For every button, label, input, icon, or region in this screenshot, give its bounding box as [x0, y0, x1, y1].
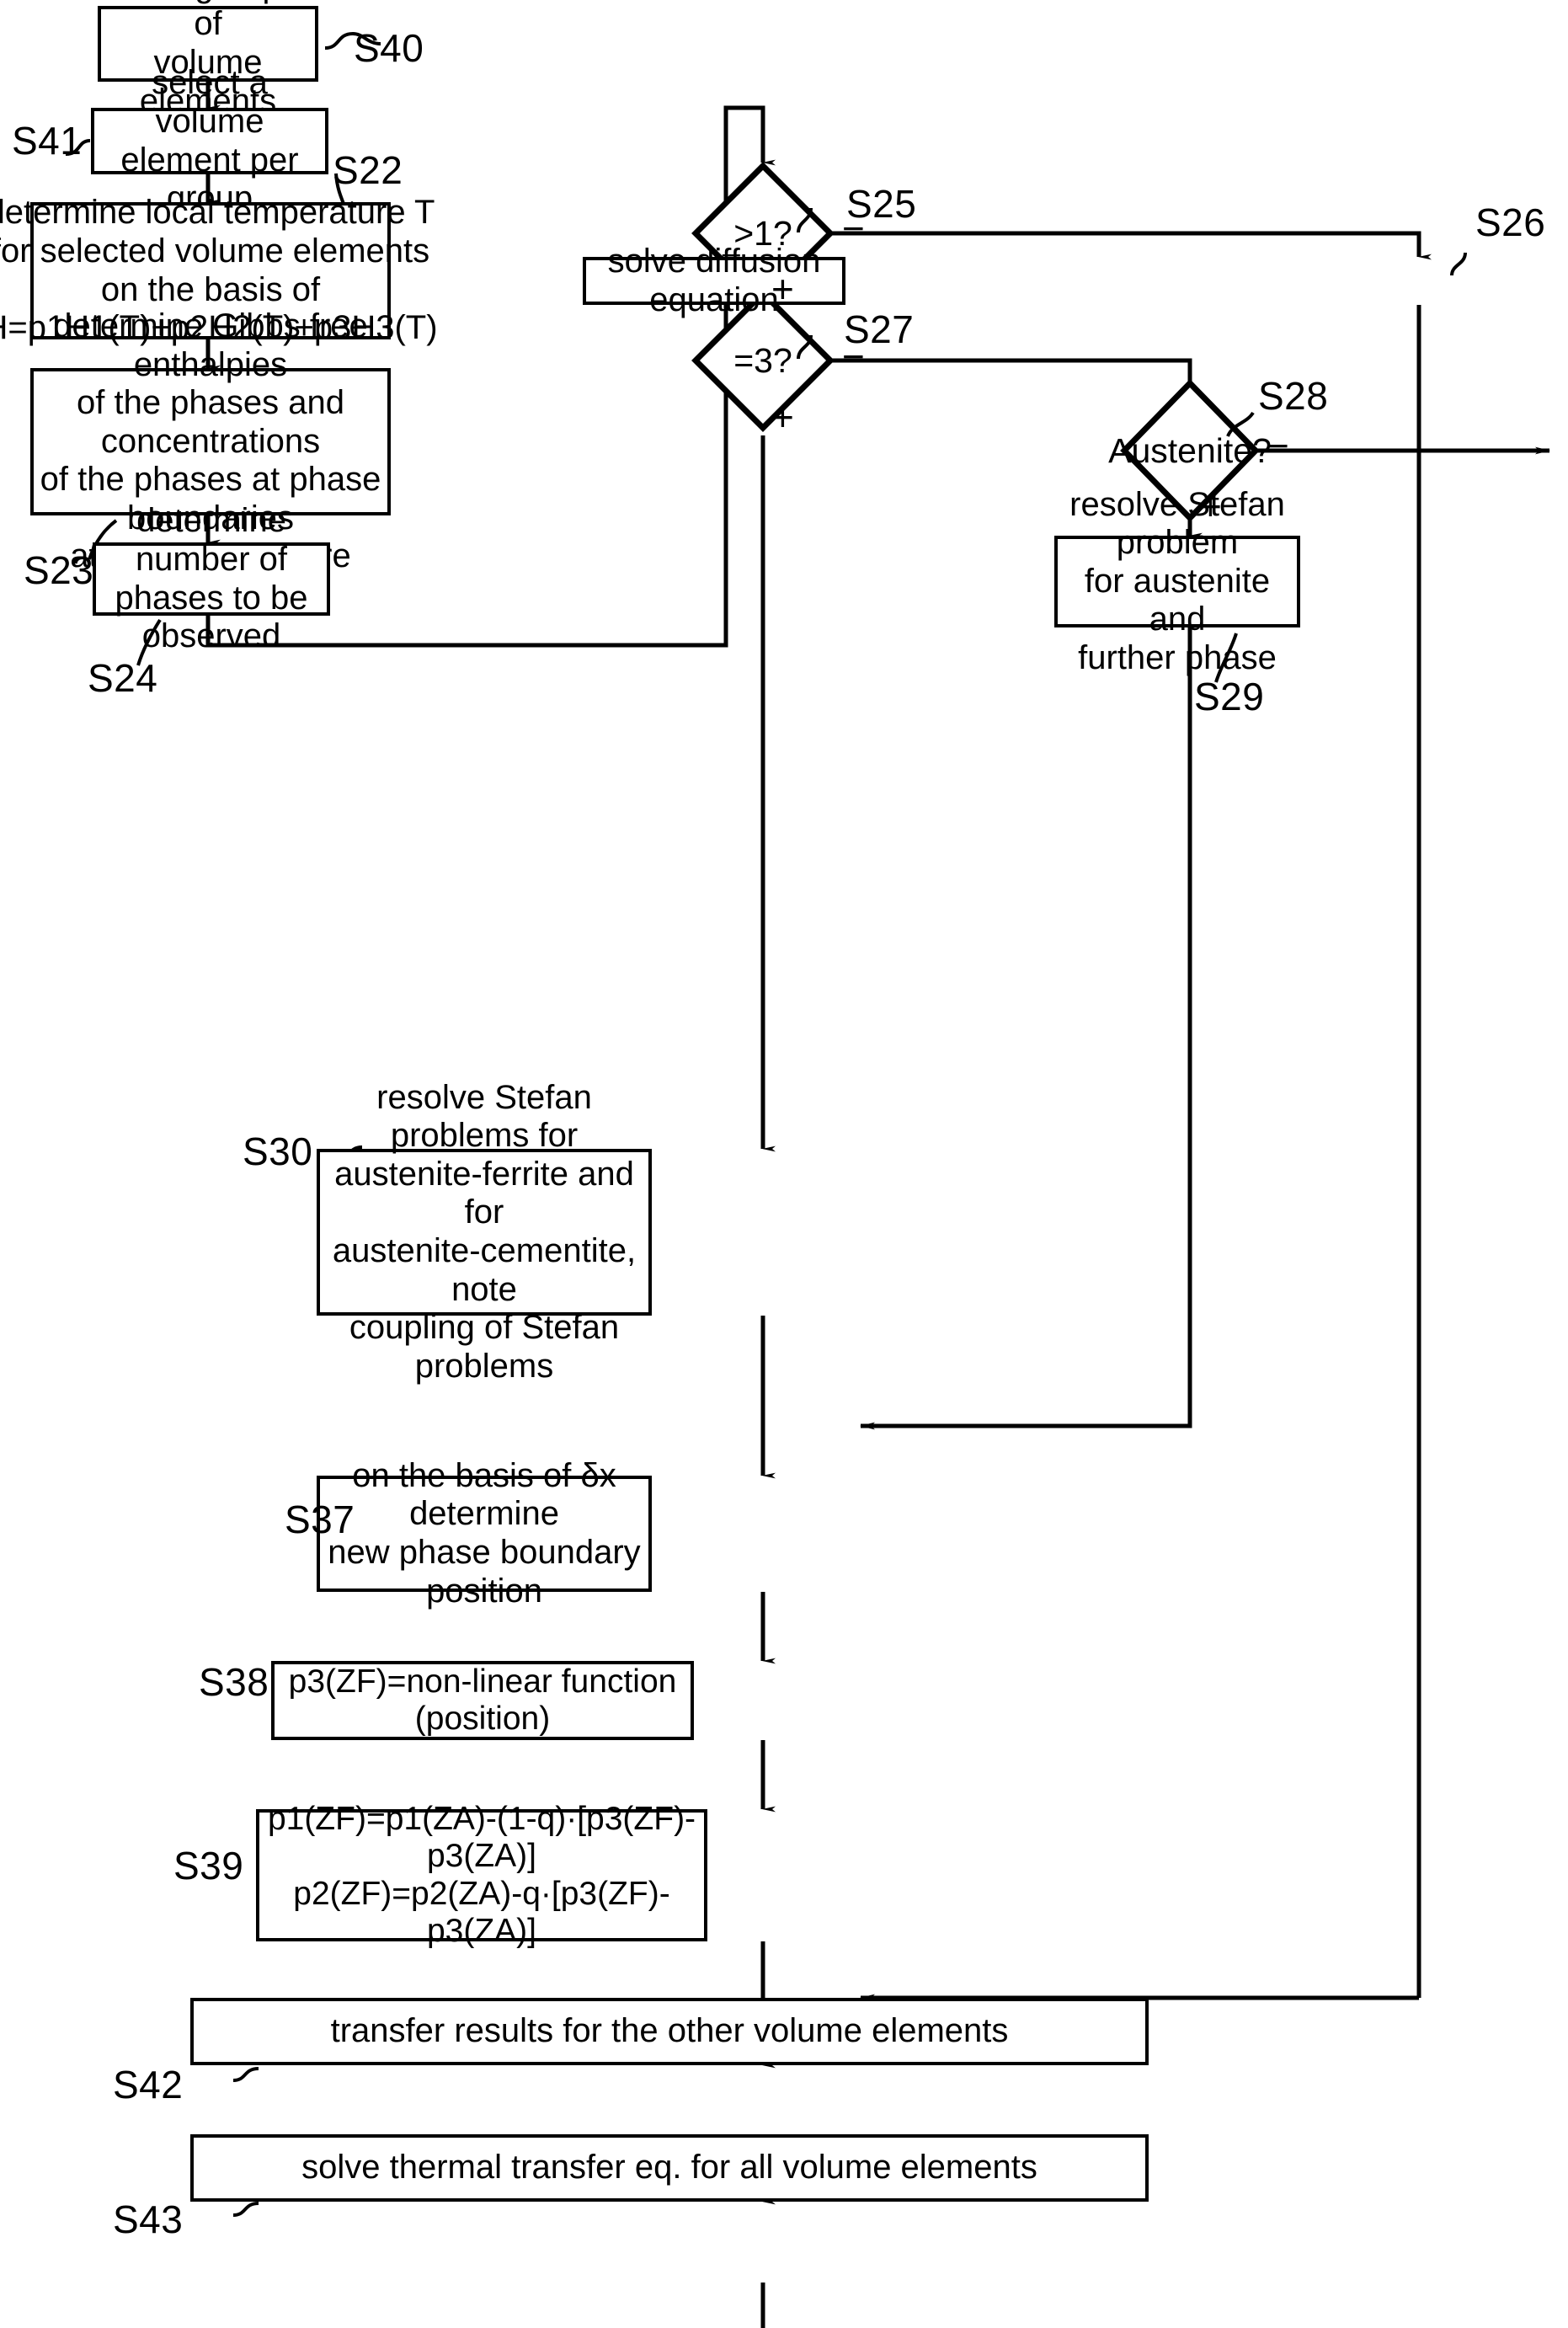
- step-tag-s29: S29: [1194, 675, 1265, 718]
- step-tag-s23: S23: [24, 548, 94, 592]
- step-tag-s43: S43: [113, 2197, 184, 2241]
- step-tag-s40: S40: [354, 26, 424, 70]
- leader-s42: [232, 2067, 259, 2082]
- leader-s43: [232, 2202, 259, 2217]
- branch-sign-s25-plus: +: [771, 267, 794, 311]
- step-tag-s41: S41: [12, 119, 83, 163]
- node-s27-label: =3?: [733, 340, 792, 380]
- step-tag-s39: S39: [173, 1844, 244, 1887]
- step-tag-s37: S37: [285, 1498, 355, 1541]
- step-tag-s38: S38: [199, 1660, 269, 1704]
- node-s43-label: solve thermal transfer eq. for all volum…: [301, 2149, 1037, 2187]
- node-s24-label: determine number of phases to be observe…: [115, 502, 308, 655]
- node-s39[interactable]: p1(ZF)=p1(ZA)-(1-q)·[p3(ZF)-p3(ZA)] p2(Z…: [256, 1801, 707, 1949]
- branch-sign-s27-plus: +: [771, 395, 794, 439]
- node-s27[interactable]: =3?: [696, 293, 830, 428]
- step-tag-s24: S24: [88, 656, 158, 700]
- branch-sign-s28-plus: +: [1199, 484, 1222, 528]
- edge-s29-s37line: [860, 627, 1192, 1430]
- node-s30[interactable]: resolve Stefan problems for austenite-fe…: [317, 1079, 652, 1385]
- node-s38[interactable]: p3(ZF)=non-linear function (position): [271, 1661, 694, 1740]
- node-s37-label: on the basis of δx determine new phase b…: [328, 1456, 641, 1610]
- node-s24[interactable]: determine number of phases to be observe…: [93, 502, 330, 654]
- node-s30-label: resolve Stefan problems for austenite-fe…: [332, 1078, 637, 1385]
- node-s25-label: >1?: [733, 213, 792, 253]
- step-tag-s22: S22: [333, 148, 403, 192]
- step-tag-s26: S26: [1475, 200, 1546, 244]
- leader-s26: [1450, 252, 1467, 276]
- node-s23[interactable]: determine Gibbs free enthalpies of the p…: [30, 307, 391, 574]
- node-s29[interactable]: resolve Stefan problem for austenite and…: [1054, 486, 1300, 676]
- step-tag-s42: S42: [113, 2063, 184, 2106]
- node-s39-label: p1(ZF)=p1(ZA)-(1-q)·[p3(ZF)-p3(ZA)] p2(Z…: [267, 1800, 696, 1949]
- node-s28[interactable]: Austenite?: [1108, 383, 1272, 518]
- branch-sign-s25-minus: −: [842, 206, 865, 250]
- node-s37[interactable]: on the basis of δx determine new phase b…: [317, 1457, 652, 1610]
- node-s28-label: Austenite?: [1108, 430, 1272, 470]
- step-tag-s30: S30: [243, 1129, 313, 1173]
- node-s42-label: transfer results for the other volume el…: [330, 2012, 1009, 2050]
- edge-s25-minus-s26: [830, 231, 1432, 260]
- branch-sign-s27-minus: −: [842, 334, 865, 378]
- flowchart-canvas: form groups of volume elements select a …: [0, 0, 1568, 2328]
- node-s41[interactable]: select a volume element per group: [91, 64, 328, 216]
- branch-sign-s28-minus: −: [1267, 424, 1289, 467]
- node-s43[interactable]: solve thermal transfer eq. for all volum…: [190, 2134, 1149, 2202]
- step-tag-s28: S28: [1258, 374, 1329, 418]
- node-s38-label: p3(ZF)=non-linear function (position): [288, 1663, 677, 1737]
- node-s42[interactable]: transfer results for the other volume el…: [190, 1998, 1149, 2065]
- node-s25[interactable]: >1?: [696, 166, 830, 301]
